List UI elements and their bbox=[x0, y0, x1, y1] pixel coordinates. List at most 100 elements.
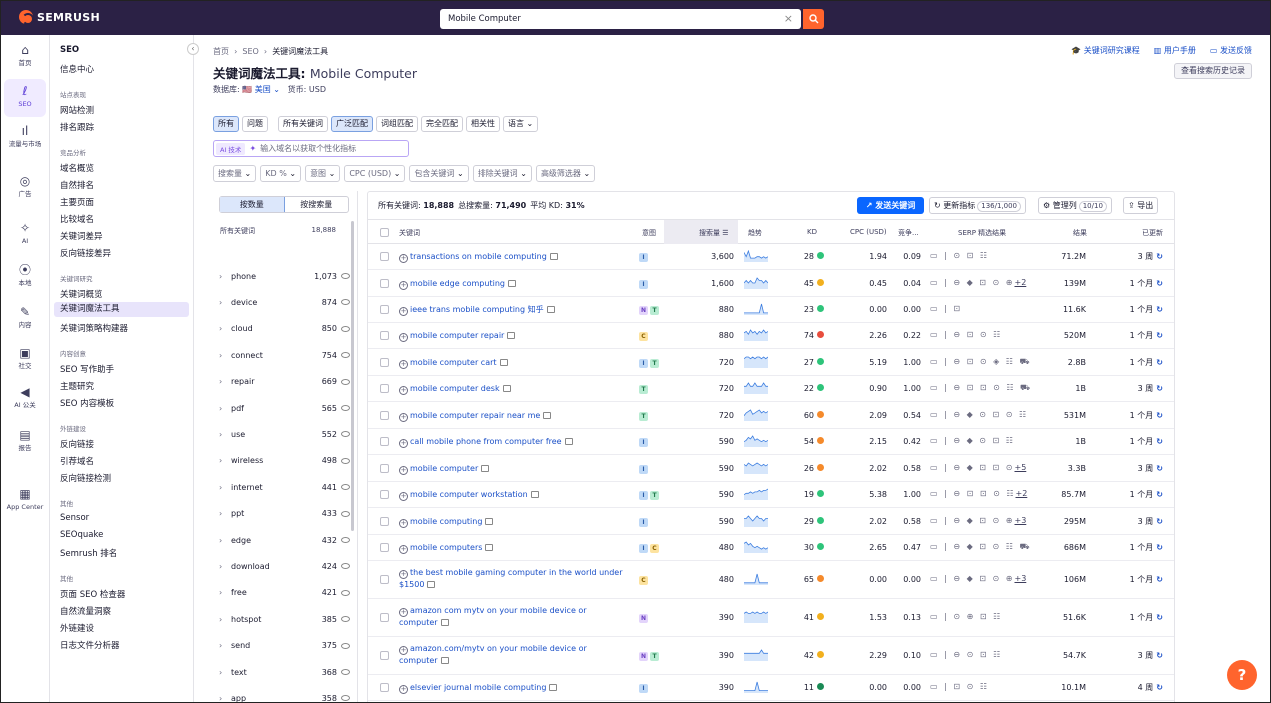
nav-item[interactable]: 主要页面 bbox=[60, 196, 94, 208]
eye-icon[interactable] bbox=[341, 378, 350, 385]
nav-item[interactable]: 排名跟踪 bbox=[60, 121, 94, 133]
col-trend[interactable]: 趋势 bbox=[748, 228, 762, 238]
filter-dropdown[interactable]: 包含关键词 bbox=[409, 165, 469, 182]
row-checkbox[interactable] bbox=[380, 516, 389, 526]
eye-icon[interactable] bbox=[341, 405, 350, 411]
nav-item[interactable]: 日志文件分析器 bbox=[60, 639, 120, 651]
eye-icon[interactable] bbox=[341, 457, 350, 464]
keyword-group-row[interactable]: › text 368 bbox=[219, 659, 350, 685]
copy-icon[interactable] bbox=[507, 332, 516, 339]
add-keyword-icon[interactable]: + bbox=[399, 465, 408, 475]
refresh-icon[interactable]: ↻ bbox=[1156, 613, 1163, 622]
nav-item[interactable]: 网站检测 bbox=[60, 104, 94, 116]
update-metrics-button[interactable]: ↻ 更新指标 136/1,000 bbox=[929, 197, 1027, 214]
copy-icon[interactable] bbox=[546, 306, 555, 313]
nav-item[interactable]: 域名概览 bbox=[60, 162, 94, 174]
keyword-link[interactable]: + the best mobile gaming computer in the … bbox=[399, 567, 624, 591]
nav-item[interactable]: 反向链接 bbox=[60, 438, 94, 450]
row-checkbox[interactable] bbox=[380, 384, 389, 393]
nav-item[interactable]: SEO 内容模板 bbox=[60, 397, 114, 409]
copy-icon[interactable] bbox=[499, 358, 508, 366]
feedback-link[interactable]: ▭ 发送反馈 bbox=[1210, 45, 1252, 56]
nav-item[interactable]: 关键词概览 bbox=[60, 288, 103, 300]
nav-item[interactable]: 页面 SEO 检查器 bbox=[60, 588, 125, 600]
keyword-group-row[interactable]: › internet 441 bbox=[219, 474, 350, 500]
search-button[interactable] bbox=[803, 9, 824, 29]
row-checkbox[interactable] bbox=[380, 437, 389, 446]
row-checkbox[interactable] bbox=[380, 410, 389, 420]
copy-icon[interactable] bbox=[543, 411, 552, 419]
eye-icon[interactable] bbox=[341, 695, 350, 702]
refresh-icon[interactable]: ↻ bbox=[1156, 543, 1163, 552]
nav-item[interactable]: 反向链接检测 bbox=[60, 472, 111, 484]
refresh-icon[interactable]: ↻ bbox=[1156, 517, 1163, 526]
row-checkbox[interactable] bbox=[380, 305, 389, 314]
send-keywords-button[interactable]: ↗ 发送关键词 bbox=[857, 197, 924, 214]
sort-by-volume[interactable]: 按搜索量 bbox=[285, 197, 349, 212]
tab-questions[interactable]: 问题 bbox=[242, 116, 268, 132]
add-keyword-icon[interactable]: + bbox=[399, 518, 408, 528]
serp-more-link[interactable]: +2 bbox=[1016, 489, 1028, 498]
col-keyword[interactable]: 关键词 bbox=[399, 228, 420, 238]
row-checkbox[interactable] bbox=[380, 252, 389, 261]
filter-dropdown[interactable]: 高级筛选器 bbox=[535, 165, 596, 182]
add-keyword-icon[interactable]: + bbox=[399, 570, 408, 579]
row-checkbox[interactable] bbox=[380, 683, 389, 692]
copy-icon[interactable] bbox=[530, 491, 539, 498]
copy-icon[interactable] bbox=[485, 517, 494, 525]
add-keyword-icon[interactable]: + bbox=[399, 492, 408, 501]
row-checkbox[interactable] bbox=[380, 490, 389, 499]
groups-scrollbar[interactable] bbox=[351, 221, 354, 531]
select-all-checkbox[interactable] bbox=[380, 228, 389, 237]
language-dropdown[interactable]: 语言 ⌄ bbox=[503, 116, 539, 132]
row-checkbox[interactable] bbox=[380, 357, 389, 367]
add-keyword-icon[interactable]: + bbox=[399, 545, 408, 554]
rail-item-social[interactable]: ▣ 社交 bbox=[4, 347, 46, 371]
add-keyword-icon[interactable]: + bbox=[399, 359, 408, 369]
nav-item[interactable]: 外链建设 bbox=[60, 622, 94, 634]
col-kd[interactable]: KD bbox=[807, 228, 817, 236]
copy-icon[interactable] bbox=[440, 619, 449, 626]
eye-icon[interactable] bbox=[341, 484, 350, 491]
eye-icon[interactable] bbox=[341, 642, 350, 649]
search-input[interactable]: Mobile Computer × bbox=[440, 9, 801, 29]
tab-phrase-match[interactable]: 词组匹配 bbox=[376, 116, 418, 132]
keyword-link[interactable]: + elsevier journal mobile computing bbox=[399, 682, 624, 694]
refresh-icon[interactable]: ↻ bbox=[1156, 464, 1163, 473]
eye-icon[interactable] bbox=[341, 669, 350, 675]
eye-icon[interactable] bbox=[341, 537, 350, 543]
keyword-group-row[interactable]: › download 424 bbox=[219, 553, 350, 579]
rail-item-local[interactable]: ⦿ 本地 bbox=[4, 264, 46, 288]
keyword-link[interactable]: + mobile computing bbox=[399, 516, 624, 528]
col-volume[interactable]: 搜索量 ☰ bbox=[699, 228, 729, 238]
keyword-group-row[interactable]: › phone 1,073 bbox=[219, 263, 350, 289]
filter-dropdown[interactable]: 排除关键词 bbox=[472, 165, 532, 182]
add-keyword-icon[interactable]: + bbox=[399, 307, 408, 316]
nav-item[interactable]: 主题研究 bbox=[60, 380, 94, 392]
refresh-icon[interactable]: ↻ bbox=[1156, 358, 1163, 367]
rail-item-pr[interactable]: ◀ AI 公关 bbox=[4, 386, 46, 410]
tab-all[interactable]: 所有 bbox=[213, 116, 239, 132]
rail-item-home[interactable]: ⌂ 首页 bbox=[4, 44, 46, 68]
filter-dropdown[interactable]: CPC (USD) bbox=[344, 165, 406, 182]
refresh-icon[interactable]: ↻ bbox=[1156, 279, 1163, 288]
keyword-group-row[interactable]: › hotspot 385 bbox=[219, 606, 350, 632]
nav-item[interactable]: 比较域名 bbox=[60, 213, 94, 225]
add-keyword-icon[interactable]: + bbox=[399, 439, 408, 448]
rail-item-seo[interactable]: ℓ SEO bbox=[4, 79, 46, 117]
copy-icon[interactable] bbox=[440, 657, 449, 664]
col-serp-features[interactable]: SERP 精选结果 bbox=[958, 228, 1006, 238]
add-keyword-icon[interactable]: + bbox=[399, 685, 408, 694]
nav-item[interactable]: Sensor bbox=[60, 513, 89, 523]
nav-item[interactable]: 反向链接差异 bbox=[60, 247, 111, 259]
filter-dropdown[interactable]: 搜索量 bbox=[213, 165, 257, 182]
breadcrumb-home[interactable]: 首页 bbox=[213, 47, 229, 56]
eye-icon[interactable] bbox=[341, 352, 350, 359]
add-keyword-icon[interactable]: + bbox=[399, 386, 408, 395]
refresh-icon[interactable]: ↻ bbox=[1156, 411, 1163, 420]
keyword-link[interactable]: + mobile computer repair near me bbox=[399, 410, 624, 422]
row-checkbox[interactable] bbox=[380, 278, 389, 288]
eye-icon[interactable] bbox=[341, 563, 350, 570]
keyword-link[interactable]: + mobile computer cart bbox=[399, 357, 624, 369]
keyword-link[interactable]: + mobile edge computing bbox=[399, 278, 624, 290]
